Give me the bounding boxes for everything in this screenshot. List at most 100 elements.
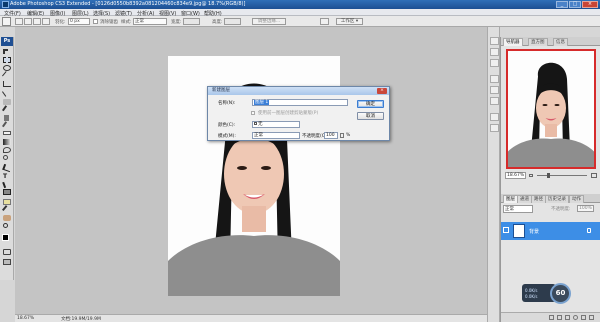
healing-brush-tool-icon[interactable]: [3, 99, 11, 105]
blur-tool-icon[interactable]: [3, 147, 11, 153]
antialias-checkbox[interactable]: [93, 19, 98, 24]
ok-button[interactable]: 确定: [357, 100, 384, 108]
blend-mode-select[interactable]: 正常: [503, 205, 533, 213]
layer-style-icon[interactable]: [557, 315, 562, 320]
tab-histogram[interactable]: 直方图: [528, 38, 548, 46]
style-select[interactable]: 正常: [133, 18, 167, 25]
opacity-unit: %: [346, 133, 351, 138]
new-layer-dialog: 新建图层 × 名称(N): 图层 1 使用前一图层创建剪贴蒙版(P) 颜色(C)…: [207, 86, 390, 141]
zoom-in-icon[interactable]: [591, 173, 597, 178]
navigator-thumbnail[interactable]: [506, 49, 596, 169]
screen-mode-icon[interactable]: [3, 259, 11, 265]
color-panel-icon[interactable]: [490, 75, 499, 83]
name-label: 名称(N):: [218, 101, 236, 106]
color-value: 无: [258, 122, 263, 127]
character-panel-icon[interactable]: [490, 113, 499, 121]
layer-visibility-eye-icon[interactable]: [503, 227, 509, 233]
brushes-palette-icon[interactable]: [320, 18, 329, 25]
zoom-readout[interactable]: 18.67%: [17, 316, 34, 321]
link-layers-icon[interactable]: [549, 315, 554, 320]
tab-channels[interactable]: 通道: [517, 195, 532, 203]
workspace-button[interactable]: 工作区 ▾: [336, 18, 363, 25]
document-size-readout[interactable]: 文档:19.9M/19.9M: [61, 316, 101, 322]
photoshop-app-icon: [2, 1, 9, 8]
type-tool-icon[interactable]: T: [3, 173, 11, 180]
maximize-button[interactable]: □: [569, 1, 581, 8]
opacity-input[interactable]: 100%: [577, 205, 594, 212]
shape-tool-icon[interactable]: [3, 189, 11, 195]
refine-edge-button[interactable]: 调整边缘...: [252, 18, 286, 25]
new-group-icon[interactable]: [581, 315, 586, 320]
opacity-slider-toggle-icon[interactable]: [340, 133, 344, 138]
tab-navigator[interactable]: 导航器: [503, 38, 523, 46]
quick-mask-icon[interactable]: [3, 249, 11, 255]
path-selection-tool-icon[interactable]: [2, 179, 12, 189]
zoom-tool-icon[interactable]: [3, 223, 11, 229]
navigator-panel: 导航器 直方图 信息 18.67%: [500, 37, 600, 194]
layers-panel: 图层 通道 路径 历史记录 动作 正常 不透明度: 100% 背景: [500, 194, 600, 322]
intersect-selection-icon[interactable]: [42, 18, 50, 25]
clip-mask-checkbox[interactable]: [251, 111, 255, 115]
slice-tool-icon[interactable]: [2, 87, 12, 97]
mode-label: 模式(M):: [218, 134, 236, 139]
gradient-tool-icon[interactable]: [3, 139, 11, 145]
crop-tool-icon[interactable]: [3, 81, 11, 87]
feather-input[interactable]: 0 px: [68, 18, 90, 25]
layer-name-input[interactable]: 图层 1: [252, 99, 348, 106]
navigator-zoom-input[interactable]: 18.67%: [505, 172, 527, 179]
tool-presets-panel-icon[interactable]: [490, 48, 499, 56]
layer-row-background[interactable]: 背景: [501, 222, 600, 240]
tab-info[interactable]: 信息: [553, 38, 568, 46]
zoom-out-icon[interactable]: [529, 174, 533, 177]
new-selection-icon[interactable]: [15, 18, 23, 25]
tab-layers[interactable]: 图层: [503, 195, 518, 203]
toolbox: Ps T: [0, 37, 14, 280]
move-tool-icon[interactable]: [3, 49, 11, 55]
zoom-slider-handle[interactable]: [547, 173, 550, 178]
opacity-dialog-input[interactable]: 100: [324, 132, 338, 139]
tab-history[interactable]: 历史记录: [545, 195, 569, 203]
brush-tool-icon[interactable]: [2, 105, 12, 115]
subtract-selection-icon[interactable]: [33, 18, 41, 25]
layers-tabs: 图层 通道 路径 历史记录 动作: [501, 194, 600, 203]
tab-paths[interactable]: 路径: [531, 195, 546, 203]
eraser-tool-icon[interactable]: [3, 131, 11, 137]
color-select[interactable]: 无: [252, 121, 300, 128]
marquee-tool-icon[interactable]: [3, 57, 11, 63]
marquee-tool-preset-icon[interactable]: [2, 17, 11, 26]
dialog-title: 新建图层: [208, 87, 389, 95]
pen-tool-icon[interactable]: [2, 163, 12, 173]
layer-comps-panel-icon[interactable]: [490, 59, 499, 67]
minimize-button[interactable]: _: [556, 1, 568, 8]
history-brush-tool-icon[interactable]: [2, 121, 12, 131]
dialog-close-button[interactable]: ×: [377, 88, 387, 94]
navigator-zoom-row: 18.67%: [503, 170, 599, 181]
eyedropper-tool-icon[interactable]: [2, 205, 12, 215]
styles-panel-icon[interactable]: [490, 97, 499, 105]
add-selection-icon[interactable]: [24, 18, 32, 25]
cancel-button[interactable]: 取消: [357, 112, 384, 120]
adjustment-layer-icon[interactable]: [573, 315, 578, 320]
paragraph-panel-icon[interactable]: [490, 124, 499, 132]
hand-tool-icon[interactable]: [3, 215, 11, 221]
clone-stamp-tool-icon[interactable]: [3, 115, 11, 121]
brushes-panel-icon[interactable]: [490, 37, 499, 45]
dodge-tool-icon[interactable]: [3, 155, 11, 161]
zoom-slider[interactable]: [537, 175, 587, 176]
foreground-color-swatch[interactable]: [2, 234, 9, 241]
menu-bar: 文件(F) 编辑(E) 图像(I) 图层(L) 选择(S) 滤镜(T) 分析(A…: [0, 9, 600, 17]
magic-wand-tool-icon[interactable]: [2, 71, 12, 81]
lasso-tool-icon[interactable]: [3, 65, 11, 71]
height-label: 高度:: [212, 20, 223, 25]
height-input[interactable]: [224, 18, 241, 25]
notes-tool-icon[interactable]: [3, 199, 11, 205]
navigator-preview-image: [508, 51, 594, 167]
width-input[interactable]: [183, 18, 200, 25]
add-mask-icon[interactable]: [565, 315, 570, 320]
tab-actions[interactable]: 动作: [569, 195, 584, 203]
performance-badge[interactable]: 60: [550, 283, 571, 304]
close-button[interactable]: ×: [582, 1, 598, 8]
trash-icon[interactable]: [589, 315, 594, 320]
mode-select[interactable]: 正常: [252, 132, 300, 139]
swatches-panel-icon[interactable]: [490, 86, 499, 94]
